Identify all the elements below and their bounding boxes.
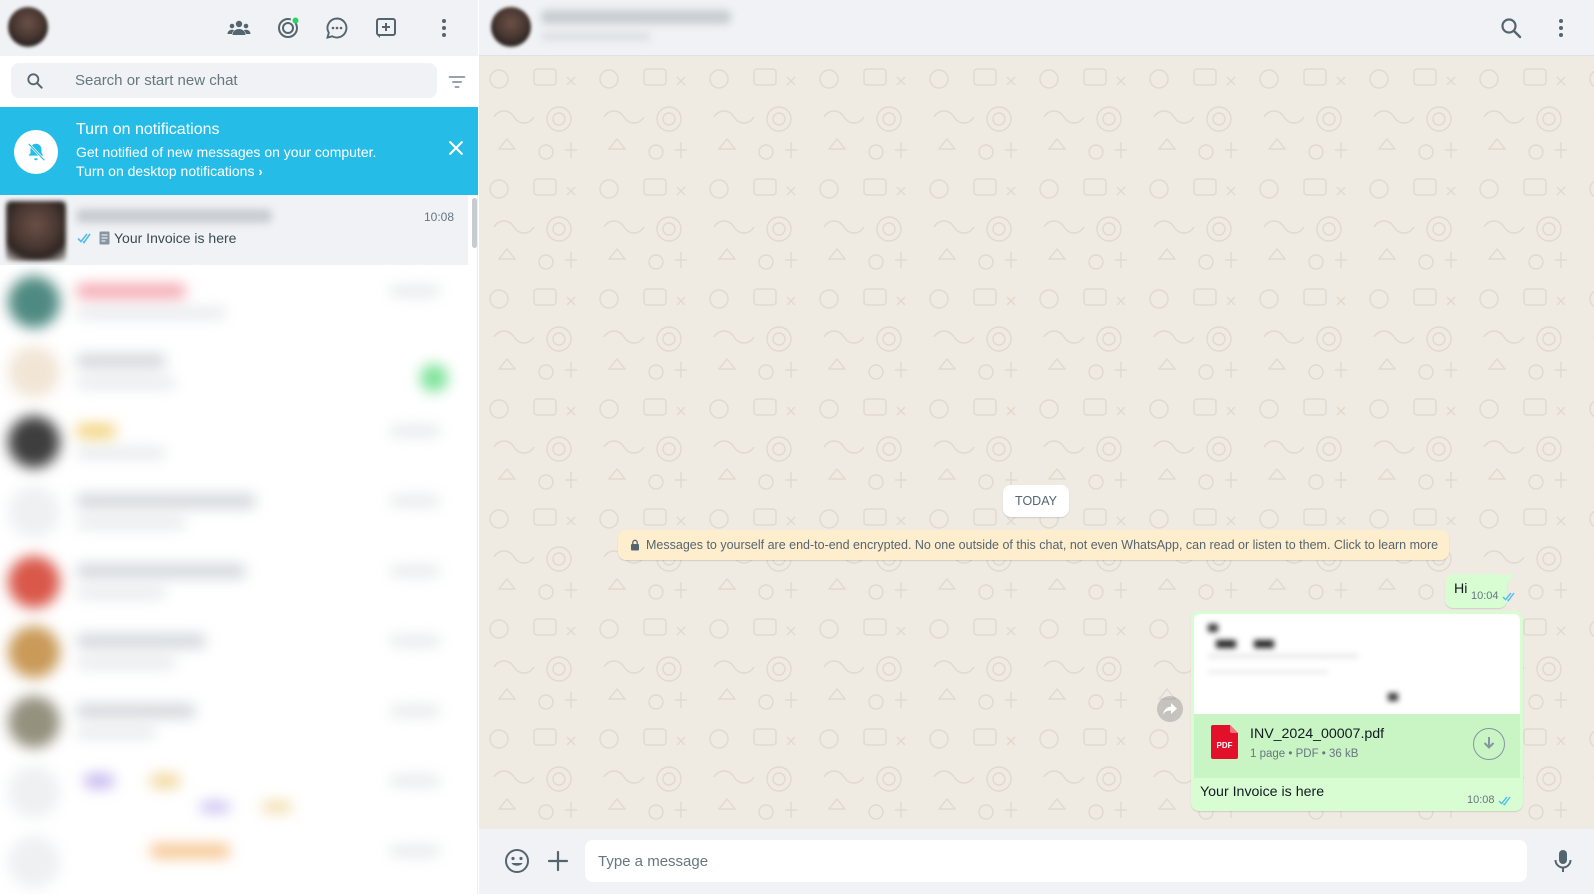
outgoing-message[interactable]: Hi 10:04 xyxy=(1445,574,1515,608)
list-item[interactable] xyxy=(0,268,470,338)
encryption-notice-text: Messages to yourself are end-to-end encr… xyxy=(646,538,1439,552)
date-chip: TODAY xyxy=(1003,485,1069,517)
scrollbar[interactable] xyxy=(472,198,477,248)
message-time: 10:04 xyxy=(1471,590,1499,602)
search-icon[interactable] xyxy=(1499,16,1523,40)
list-item[interactable] xyxy=(0,338,470,408)
double-check-icon xyxy=(77,233,91,244)
message-text: Hi xyxy=(1454,581,1468,597)
search-icon xyxy=(27,73,43,89)
list-item[interactable] xyxy=(0,828,470,894)
message-caption: Your Invoice is here xyxy=(1200,784,1325,800)
contact-subtitle-redacted xyxy=(541,32,651,41)
list-item[interactable] xyxy=(0,478,470,548)
list-item[interactable] xyxy=(0,688,470,758)
download-icon[interactable] xyxy=(1473,728,1505,760)
new-chat-icon[interactable] xyxy=(371,13,401,43)
status-icon[interactable] xyxy=(273,13,303,43)
notification-subtitle: Get notified of new messages on your com… xyxy=(76,144,377,160)
menu-icon[interactable] xyxy=(429,13,459,43)
search-box[interactable] xyxy=(11,63,437,98)
message-composer xyxy=(479,829,1594,894)
search-input[interactable] xyxy=(75,63,425,98)
notification-banner: Turn on notifications Get notified of ne… xyxy=(0,107,478,195)
message-time: 10:08 xyxy=(1467,794,1495,806)
encryption-notice[interactable]: Messages to yourself are end-to-end encr… xyxy=(618,530,1449,560)
document-preview[interactable] xyxy=(1194,614,1520,714)
message-input[interactable] xyxy=(585,840,1527,882)
contact-avatar[interactable] xyxy=(491,7,531,47)
emoji-icon[interactable] xyxy=(504,848,530,874)
pdf-badge-text: PDF xyxy=(1217,741,1233,750)
conversation-header[interactable] xyxy=(479,0,1594,56)
double-check-icon xyxy=(1502,592,1515,602)
message-meta: 10:08 xyxy=(1467,794,1514,806)
pdf-icon: PDF xyxy=(1211,725,1238,759)
chat-list-panel: Turn on notifications Get notified of ne… xyxy=(0,0,478,894)
enable-notifications-link[interactable]: Turn on desktop notifications › xyxy=(76,163,263,179)
contact-name-redacted xyxy=(541,10,731,24)
chat-time: 10:08 xyxy=(424,210,455,224)
notification-title: Turn on notifications xyxy=(76,121,220,138)
communities-icon[interactable] xyxy=(224,13,254,43)
lock-icon xyxy=(631,539,639,551)
document-card[interactable]: PDF INV_2024_00007.pdf 1 page • PDF • 36… xyxy=(1194,714,1520,778)
double-check-icon xyxy=(1498,796,1511,806)
notification-link-label: Turn on desktop notifications xyxy=(76,163,255,179)
list-item[interactable] xyxy=(0,758,470,828)
document-file-info: 1 page • PDF • 36 kB xyxy=(1250,748,1359,760)
close-icon[interactable] xyxy=(446,138,466,158)
left-header xyxy=(0,0,478,56)
document-icon xyxy=(99,231,110,245)
list-item[interactable] xyxy=(0,548,470,618)
list-item[interactable] xyxy=(0,408,470,478)
my-avatar[interactable] xyxy=(8,7,48,47)
chat-list-item-active[interactable]: 10:08 Your Invoice is here xyxy=(0,195,468,265)
chat-list: 10:08 Your Invoice is here xyxy=(0,195,478,894)
list-item[interactable] xyxy=(0,618,470,688)
message-meta: 10:04 xyxy=(1471,590,1518,602)
chat-preview: Your Invoice is here xyxy=(77,230,236,246)
conversation-panel: TODAY Messages to yourself are end-to-en… xyxy=(479,0,1594,894)
avatar xyxy=(6,201,66,261)
chat-name-redacted xyxy=(76,209,272,223)
filter-icon[interactable] xyxy=(447,72,467,92)
search-row xyxy=(0,56,478,107)
chevron-right-icon: › xyxy=(258,164,263,179)
outgoing-document-message[interactable]: PDF INV_2024_00007.pdf 1 page • PDF • 36… xyxy=(1191,611,1523,811)
chat-preview-text: Your Invoice is here xyxy=(114,230,237,246)
channels-icon[interactable] xyxy=(322,13,352,43)
bell-off-icon xyxy=(14,130,58,174)
forward-icon[interactable] xyxy=(1157,696,1183,722)
document-file-name: INV_2024_00007.pdf xyxy=(1250,726,1385,742)
document-preview-redacted xyxy=(1194,614,1520,714)
mic-icon[interactable] xyxy=(1551,848,1575,874)
plus-icon[interactable] xyxy=(545,848,571,874)
menu-icon[interactable] xyxy=(1549,16,1573,40)
